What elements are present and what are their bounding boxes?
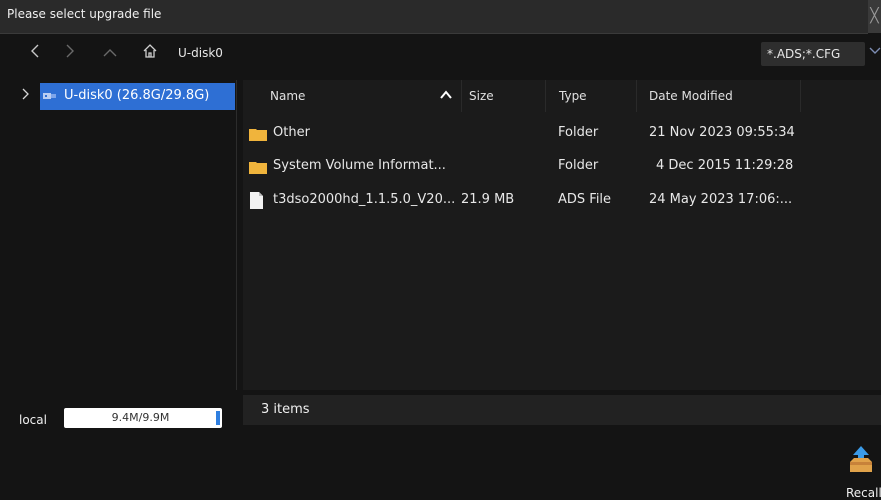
folder-tree: U-disk0 (26.8G/29.8G) [17,80,237,390]
expand-chevron-icon[interactable] [22,88,30,104]
tree-item-selection: U-disk0 (26.8G/29.8G) [40,83,235,110]
dialog-titlebar: Please select upgrade file [0,0,868,34]
column-header-size[interactable]: Size [469,80,494,112]
chevron-right-icon [66,44,74,58]
file-filter-value: *.ADS;*.CFG [767,47,841,61]
file-type: Folder [558,125,599,140]
folder-icon [249,162,267,174]
tree-item-label: U-disk0 (26.8G/29.8G) [64,88,210,103]
column-header-name[interactable]: Name [270,80,305,112]
current-path: U-disk0 [178,46,223,60]
file-type: ADS File [558,192,612,207]
forward-button[interactable] [61,43,79,63]
sort-ascending-icon[interactable] [439,88,453,102]
close-icon: ╳ [870,8,879,24]
tree-item-u-disk0[interactable]: U-disk0 (26.8G/29.8G) [17,83,236,110]
local-storage-usage: 9.4M/9.9M [111,411,170,424]
file-date: 4 Dec 2015 11:29:28 [656,158,794,173]
dialog-title: Please select upgrade file [7,7,162,21]
file-icon [250,192,263,209]
status-bar: 3 items [243,395,881,425]
column-header-type[interactable]: Type [559,80,587,112]
file-type: Folder [558,158,599,173]
close-button[interactable]: ╳ [868,0,881,33]
recall-label: Recall [846,486,881,500]
file-name: System Volume Informat... [273,158,446,173]
recall-icon [850,446,872,472]
folder-icon [249,129,267,141]
local-storage-label: local [19,413,47,427]
column-header-date[interactable]: Date Modified [649,80,733,112]
file-filter-select[interactable]: *.ADS;*.CFG [761,42,865,66]
local-storage-fill [216,411,220,425]
chevron-left-icon [31,44,39,58]
file-row[interactable]: Other Folder 21 Nov 2023 09:55:34 [243,117,881,150]
file-name: Other [273,125,310,140]
home-button[interactable] [141,43,159,63]
usb-drive-icon [43,93,56,99]
local-storage-bar: 9.4M/9.9M [64,408,222,428]
file-name: t3dso2000hd_1.1.5.0_V20... [273,192,456,207]
item-count: 3 items [261,402,310,417]
file-row[interactable]: System Volume Informat... Folder 4 Dec 2… [243,150,881,183]
file-date: 24 May 2023 17:06:... [649,192,793,207]
chevron-down-icon[interactable] [869,44,881,59]
navigation-bar: U-disk0 [0,34,881,74]
back-button[interactable] [26,43,44,63]
file-date: 21 Nov 2023 09:55:34 [649,125,795,140]
file-list: Name Size Type Date Modified Other Folde… [243,80,881,390]
chevron-up-icon [103,49,117,57]
recall-button[interactable]: Recall [844,440,881,500]
home-icon [143,44,157,58]
file-row[interactable]: t3dso2000hd_1.1.5.0_V20... 21.9 MB ADS F… [243,184,881,217]
file-size: 21.9 MB [461,192,515,207]
up-button[interactable] [101,43,119,63]
